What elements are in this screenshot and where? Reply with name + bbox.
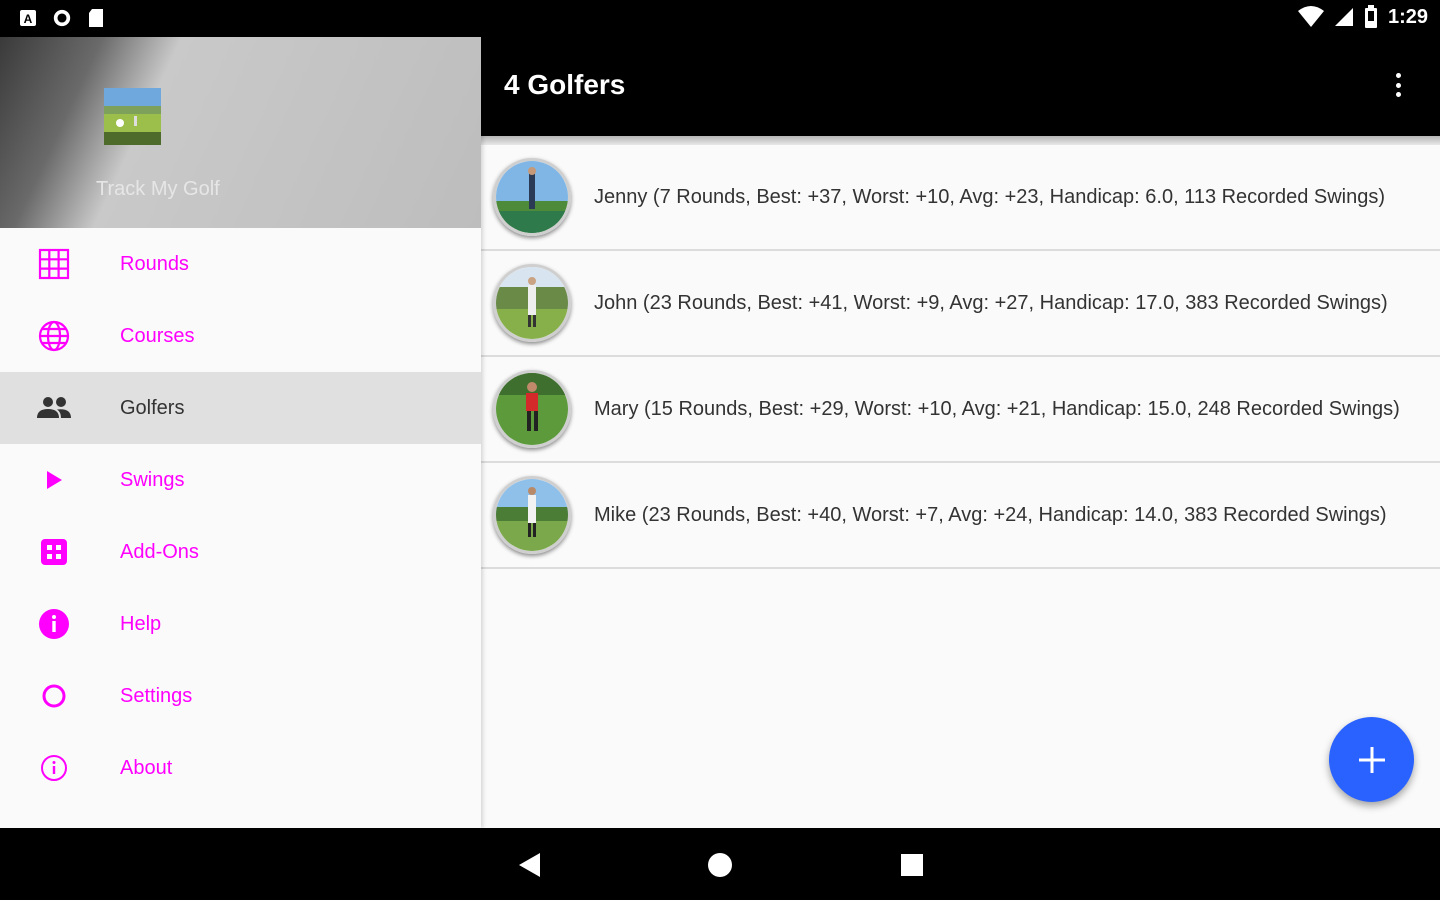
golfer-summary: Jenny (7 Rounds, Best: +37, Worst: +10, … bbox=[594, 185, 1386, 208]
cell-signal-icon bbox=[1334, 8, 1353, 26]
drawer-item-swings[interactable]: Swings bbox=[0, 444, 481, 516]
drawer-item-label: Swings bbox=[120, 468, 185, 491]
avatar bbox=[493, 264, 571, 342]
status-right-icons: 1:29 bbox=[1297, 5, 1428, 29]
drawer-item-about[interactable]: About bbox=[0, 732, 481, 804]
avatar bbox=[493, 158, 571, 236]
globe-icon bbox=[37, 319, 71, 353]
settings-ring-icon bbox=[37, 679, 71, 713]
drawer-item-help[interactable]: Help bbox=[0, 588, 481, 660]
drawer-item-add-ons[interactable]: Add-Ons bbox=[0, 516, 481, 588]
drawer-item-label: Courses bbox=[120, 324, 195, 347]
drawer-nav-list: Rounds Courses Golfers Swings Add-Ons He… bbox=[0, 228, 481, 804]
system-nav-bar bbox=[0, 828, 1440, 900]
list-item[interactable]: Jenny (7 Rounds, Best: +37, Worst: +10, … bbox=[481, 145, 1440, 251]
drawer-item-settings[interactable]: Settings bbox=[0, 660, 481, 732]
back-icon[interactable] bbox=[514, 850, 544, 880]
sd-card-icon bbox=[86, 8, 106, 28]
drawer-item-label: Help bbox=[120, 612, 162, 635]
more-vert-icon[interactable] bbox=[1386, 69, 1410, 101]
golfer-list: Jenny (7 Rounds, Best: +37, Worst: +10, … bbox=[481, 145, 1440, 828]
wifi-icon bbox=[1297, 6, 1324, 27]
drawer-item-rounds[interactable]: Rounds bbox=[0, 228, 481, 300]
drawer-item-label: About bbox=[120, 756, 173, 779]
status-left-icons: A bbox=[18, 8, 106, 28]
app-bar-shadow bbox=[481, 136, 1440, 145]
drawer-item-courses[interactable]: Courses bbox=[0, 300, 481, 372]
list-item[interactable]: Mike (23 Rounds, Best: +40, Worst: +7, A… bbox=[481, 463, 1440, 569]
grid-icon bbox=[37, 247, 71, 281]
page-title: 4 Golfers bbox=[504, 69, 626, 100]
app-logo bbox=[104, 88, 161, 145]
circle-notification-icon bbox=[52, 8, 72, 28]
status-time: 1:29 bbox=[1387, 5, 1428, 28]
status-bar: A 1:29 bbox=[0, 0, 1440, 37]
app-name: Track My Golf bbox=[96, 178, 220, 200]
drawer-item-label: Settings bbox=[120, 684, 193, 707]
plus-icon bbox=[1358, 746, 1385, 773]
home-icon[interactable] bbox=[705, 850, 735, 880]
golfer-summary: Mike (23 Rounds, Best: +40, Worst: +7, A… bbox=[594, 503, 1387, 526]
navigation-drawer: Track My Golf Rounds Courses Golfers Swi… bbox=[0, 37, 481, 828]
svg-text:A: A bbox=[24, 12, 33, 26]
golfer-summary: John (23 Rounds, Best: +41, Worst: +9, A… bbox=[594, 291, 1388, 314]
drawer-header: Track My Golf bbox=[0, 37, 481, 228]
info-outline-icon bbox=[37, 751, 71, 785]
list-item[interactable]: Mary (15 Rounds, Best: +29, Worst: +10, … bbox=[481, 357, 1440, 463]
a-badge-icon: A bbox=[18, 8, 38, 28]
drawer-item-label: Add-Ons bbox=[120, 540, 199, 563]
drawer-item-golfers[interactable]: Golfers bbox=[0, 372, 481, 444]
battery-icon bbox=[1364, 5, 1377, 28]
app-bar: 4 Golfers bbox=[481, 37, 1440, 136]
avatar bbox=[493, 476, 571, 554]
info-filled-icon bbox=[37, 607, 71, 641]
add-golfer-button[interactable] bbox=[1329, 717, 1414, 802]
people-icon bbox=[37, 391, 71, 425]
avatar bbox=[493, 370, 571, 448]
list-item[interactable]: John (23 Rounds, Best: +41, Worst: +9, A… bbox=[481, 251, 1440, 357]
apps-icon bbox=[37, 535, 71, 569]
recents-icon[interactable] bbox=[897, 850, 927, 880]
drawer-item-label: Golfers bbox=[120, 396, 185, 419]
golfer-summary: Mary (15 Rounds, Best: +29, Worst: +10, … bbox=[594, 397, 1400, 420]
drawer-item-label: Rounds bbox=[120, 252, 189, 275]
play-icon bbox=[37, 463, 71, 497]
